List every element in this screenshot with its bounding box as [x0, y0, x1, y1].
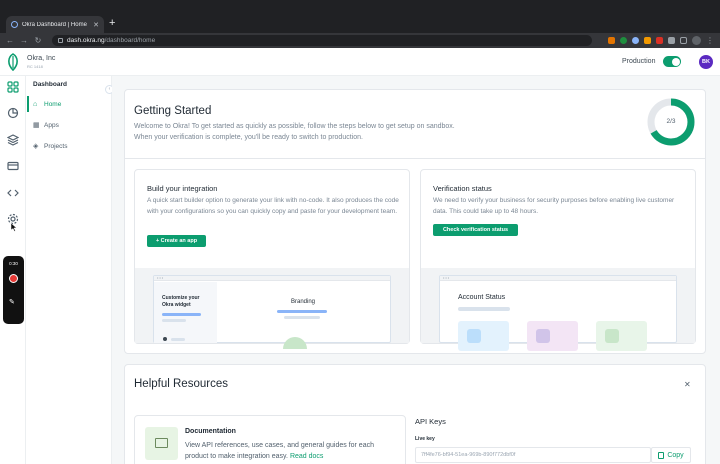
preview-line [458, 307, 510, 311]
account-status-label: Account Status [458, 294, 506, 301]
documentation-icon [145, 427, 178, 460]
check-verification-button[interactable]: Check verification status [433, 224, 518, 236]
building-icon [467, 329, 481, 343]
folder-icon [536, 329, 550, 343]
divider [124, 158, 706, 159]
production-toggle[interactable] [663, 56, 681, 67]
apps-icon: ▦ [33, 121, 40, 129]
profile-icon[interactable] [692, 36, 701, 45]
extension-icon[interactable] [632, 37, 639, 44]
preview-line [277, 310, 327, 313]
recorder-time: 0:30 [9, 261, 18, 266]
tab-favicon-icon [11, 21, 18, 28]
analytics-icon[interactable] [7, 107, 19, 119]
preview-line [284, 316, 320, 319]
browser-chrome: Okra Dashboard | Home ✕ + ← → ↻ dash.okr… [0, 0, 720, 48]
org-id: RC 1418 [27, 64, 43, 69]
sidebar-title: Dashboard [33, 81, 67, 88]
new-tab-button[interactable]: + [109, 17, 115, 29]
preview-line [162, 319, 186, 322]
read-docs-link[interactable]: Read docs [290, 453, 323, 460]
sidebar-item-apps[interactable]: ▦ Apps [27, 117, 112, 133]
projects-icon: ◈ [33, 142, 39, 150]
app-header [0, 48, 720, 76]
user-icon [605, 329, 619, 343]
forward-icon[interactable]: → [20, 36, 28, 45]
build-integration-description: A quick start builder option to generate… [147, 197, 399, 215]
verification-title: Verification status [433, 184, 492, 193]
reload-icon[interactable]: ↻ [34, 36, 42, 45]
address-bar[interactable]: dash.okra.ng/dashboard/home [52, 35, 592, 46]
toggle-knob [671, 57, 680, 66]
environment-label: Production [622, 58, 656, 65]
helpful-resources-title: Helpful Resources [134, 378, 228, 390]
build-integration-title: Build your integration [147, 184, 218, 193]
screen-recorder-widget: 0:30 ✎ [3, 256, 24, 324]
layers-icon[interactable] [7, 134, 19, 146]
preview-titlebar [154, 276, 390, 281]
create-app-button[interactable]: + Create an app [147, 235, 206, 247]
copy-label: Copy [667, 451, 684, 459]
sidebar-item-label: Apps [44, 121, 59, 129]
extension-icon[interactable] [620, 37, 627, 44]
dashboard-grid-icon[interactable] [7, 81, 19, 93]
documentation-title: Documentation [185, 428, 236, 435]
org-name[interactable]: Okra, Inc [27, 55, 55, 62]
extension-icon[interactable] [608, 37, 615, 44]
preview-customize-label: Customize your Okra widget [162, 295, 200, 308]
preview-titlebar [440, 276, 676, 281]
getting-started-description: Welcome to Okra! To get started as quick… [134, 123, 455, 141]
sidebar-item-home[interactable]: ⌂ Home [27, 96, 112, 112]
url-text: dash.okra.ng/dashboard/home [67, 37, 156, 44]
menu-icon[interactable]: ⋮ [706, 36, 714, 45]
mouse-cursor-icon [11, 223, 17, 232]
live-key-label: Live key [415, 436, 435, 442]
window-dots: ••• [157, 275, 165, 280]
progress-label: 2/3 [666, 118, 676, 125]
extension-icon[interactable] [656, 37, 663, 44]
code-icon[interactable] [7, 187, 19, 199]
billing-card-icon[interactable] [7, 160, 19, 172]
copy-key-button[interactable]: Copy [651, 447, 691, 463]
status-tile [458, 321, 509, 351]
extensions-bar: ⋮ [608, 36, 714, 45]
sidebar-item-label: Projects [44, 142, 68, 150]
preview-line [162, 313, 201, 316]
tab-title: Okra Dashboard | Home [22, 21, 87, 28]
tab-close-icon[interactable]: ✕ [93, 21, 99, 29]
browser-toolbar: ← → ↻ dash.okra.ng/dashboard/home ⋮ [0, 33, 720, 48]
api-keys-title: API Keys [415, 417, 446, 426]
preview-line [171, 338, 185, 341]
annotate-pen-icon[interactable]: ✎ [9, 298, 15, 306]
documentation-description: View API references, use cases, and gene… [185, 442, 374, 460]
sidepanel-icon[interactable] [680, 37, 687, 44]
copy-icon [658, 451, 665, 459]
window-dots: ••• [443, 275, 451, 280]
record-stop-button[interactable] [9, 274, 18, 283]
verification-description: We need to verify your business for secu… [433, 197, 675, 215]
sidebar-item-label: Home [44, 100, 62, 108]
close-icon[interactable]: ✕ [684, 380, 691, 389]
back-icon[interactable]: ← [6, 36, 14, 45]
lock-icon [58, 38, 63, 43]
sidebar-item-projects[interactable]: ◈ Projects [27, 138, 112, 154]
getting-started-title: Getting Started [134, 105, 212, 117]
preview-branding-label: Branding [291, 299, 316, 305]
preview-dot [163, 337, 167, 341]
status-tile [596, 321, 647, 351]
okra-logo-icon[interactable] [6, 53, 20, 71]
browser-tab[interactable]: Okra Dashboard | Home ✕ [6, 16, 104, 33]
secondary-sidebar [26, 76, 112, 464]
extension-icon[interactable] [644, 37, 651, 44]
user-avatar[interactable]: BK [699, 55, 713, 69]
live-key-field[interactable]: 7ff4fe76-bf94-51ea-969b-890f772dbf0f [415, 447, 651, 463]
status-tile [527, 321, 578, 351]
home-icon: ⌂ [33, 100, 38, 108]
puzzle-icon[interactable] [668, 37, 675, 44]
